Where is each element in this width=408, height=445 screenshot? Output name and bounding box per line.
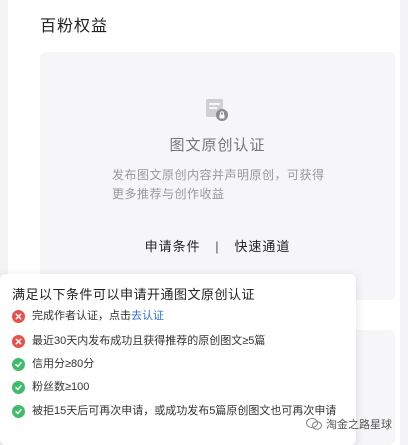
go-verify-link[interactable]: 去认证 bbox=[131, 310, 164, 322]
condition-item: 最近30天内发布成功且获得推荐的原创图文≥5篇 bbox=[12, 334, 342, 349]
link-separator: | bbox=[215, 239, 220, 254]
section-title: 百粉权益 bbox=[40, 18, 109, 35]
condition-text: 信用分≥80分 bbox=[32, 358, 95, 370]
pass-check-icon bbox=[12, 381, 25, 394]
condition-item: 被拒15天后可再次申请，或成功发布5篇原创图文也可再次申请 bbox=[12, 404, 342, 419]
card-desc-line2: 更多推荐与创作收益 bbox=[112, 187, 225, 201]
conditions-popup: 满足以下条件可以申请开通图文原创认证 完成作者认证，点击去认证 最近30天内发布… bbox=[0, 274, 356, 445]
watermark: 淘金之路星球 bbox=[306, 416, 392, 432]
card-description: 发布图文原创内容并声明原创，可获得 更多推荐与创作收益 bbox=[112, 166, 352, 204]
card-title: 图文原创认证 bbox=[169, 137, 266, 154]
fast-track-link[interactable]: 快速通道 bbox=[234, 239, 290, 254]
apply-conditions-link[interactable]: 申请条件 bbox=[145, 239, 201, 254]
condition-text: 最近30天内发布成功且获得推荐的原创图文≥5篇 bbox=[32, 335, 266, 347]
card-links: 申请条件 | 快速通道 bbox=[40, 236, 395, 255]
document-lock-icon bbox=[203, 96, 229, 122]
condition-item: 粉丝数≥100 bbox=[12, 380, 342, 395]
wechat-icon bbox=[306, 417, 322, 431]
condition-text: 被拒15天后可再次申请，或成功发布5篇原创图文也可再次申请 bbox=[32, 405, 337, 417]
fail-x-icon bbox=[12, 310, 25, 323]
fail-x-icon bbox=[12, 335, 25, 348]
condition-text: 完成作者认证，点击 bbox=[32, 310, 131, 322]
condition-item: 信用分≥80分 bbox=[12, 357, 342, 372]
condition-text: 粉丝数≥100 bbox=[32, 381, 90, 393]
pass-check-icon bbox=[12, 358, 25, 371]
pass-check-icon bbox=[12, 405, 25, 418]
watermark-text: 淘金之路星球 bbox=[326, 419, 392, 431]
card-desc-line1: 发布图文原创内容并声明原创，可获得 bbox=[112, 168, 325, 182]
condition-item: 完成作者认证，点击去认证 bbox=[12, 309, 342, 324]
popup-title: 满足以下条件可以申请开通图文原创认证 bbox=[12, 287, 256, 302]
